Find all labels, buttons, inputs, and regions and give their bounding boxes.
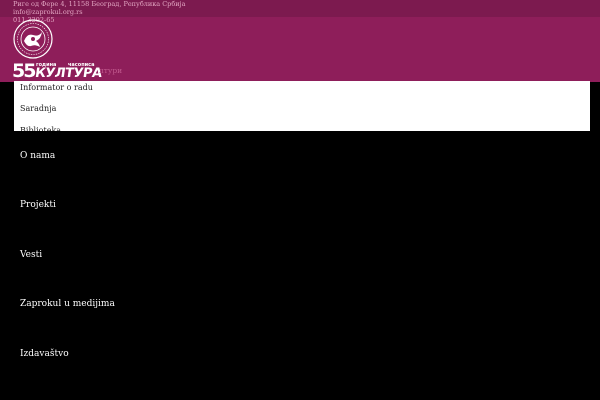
contact-address: Риге од Фере 4, 11158 Београд, Република…	[13, 0, 186, 8]
nav-item-projekti[interactable]: Projekti	[20, 199, 56, 211]
dropdown-menu	[14, 81, 590, 131]
logo-title[interactable]: КУЛТУРА	[34, 66, 103, 81]
nav-item-zaprokul-u-medijima[interactable]: Zaprokul u medijima	[20, 298, 115, 310]
nav-item-izdavastvo[interactable]: Izdavaštvo	[20, 348, 69, 360]
menu-item-informator[interactable]: Informator o radu	[20, 83, 93, 93]
menu-item-saradnja[interactable]: Saradnja	[20, 104, 56, 114]
logo-number: 55	[12, 60, 36, 82]
menu-item-biblioteka[interactable]: Biblioteka	[20, 126, 61, 131]
nav-item-o-nama[interactable]: O nama	[20, 150, 55, 162]
logo-tail-text: лтури	[99, 66, 123, 75]
contact-email-link[interactable]: info@zaprokul.org.rs	[13, 8, 83, 16]
institute-seal-icon[interactable]	[13, 19, 53, 59]
nav-item-vesti[interactable]: Vesti	[20, 249, 42, 261]
